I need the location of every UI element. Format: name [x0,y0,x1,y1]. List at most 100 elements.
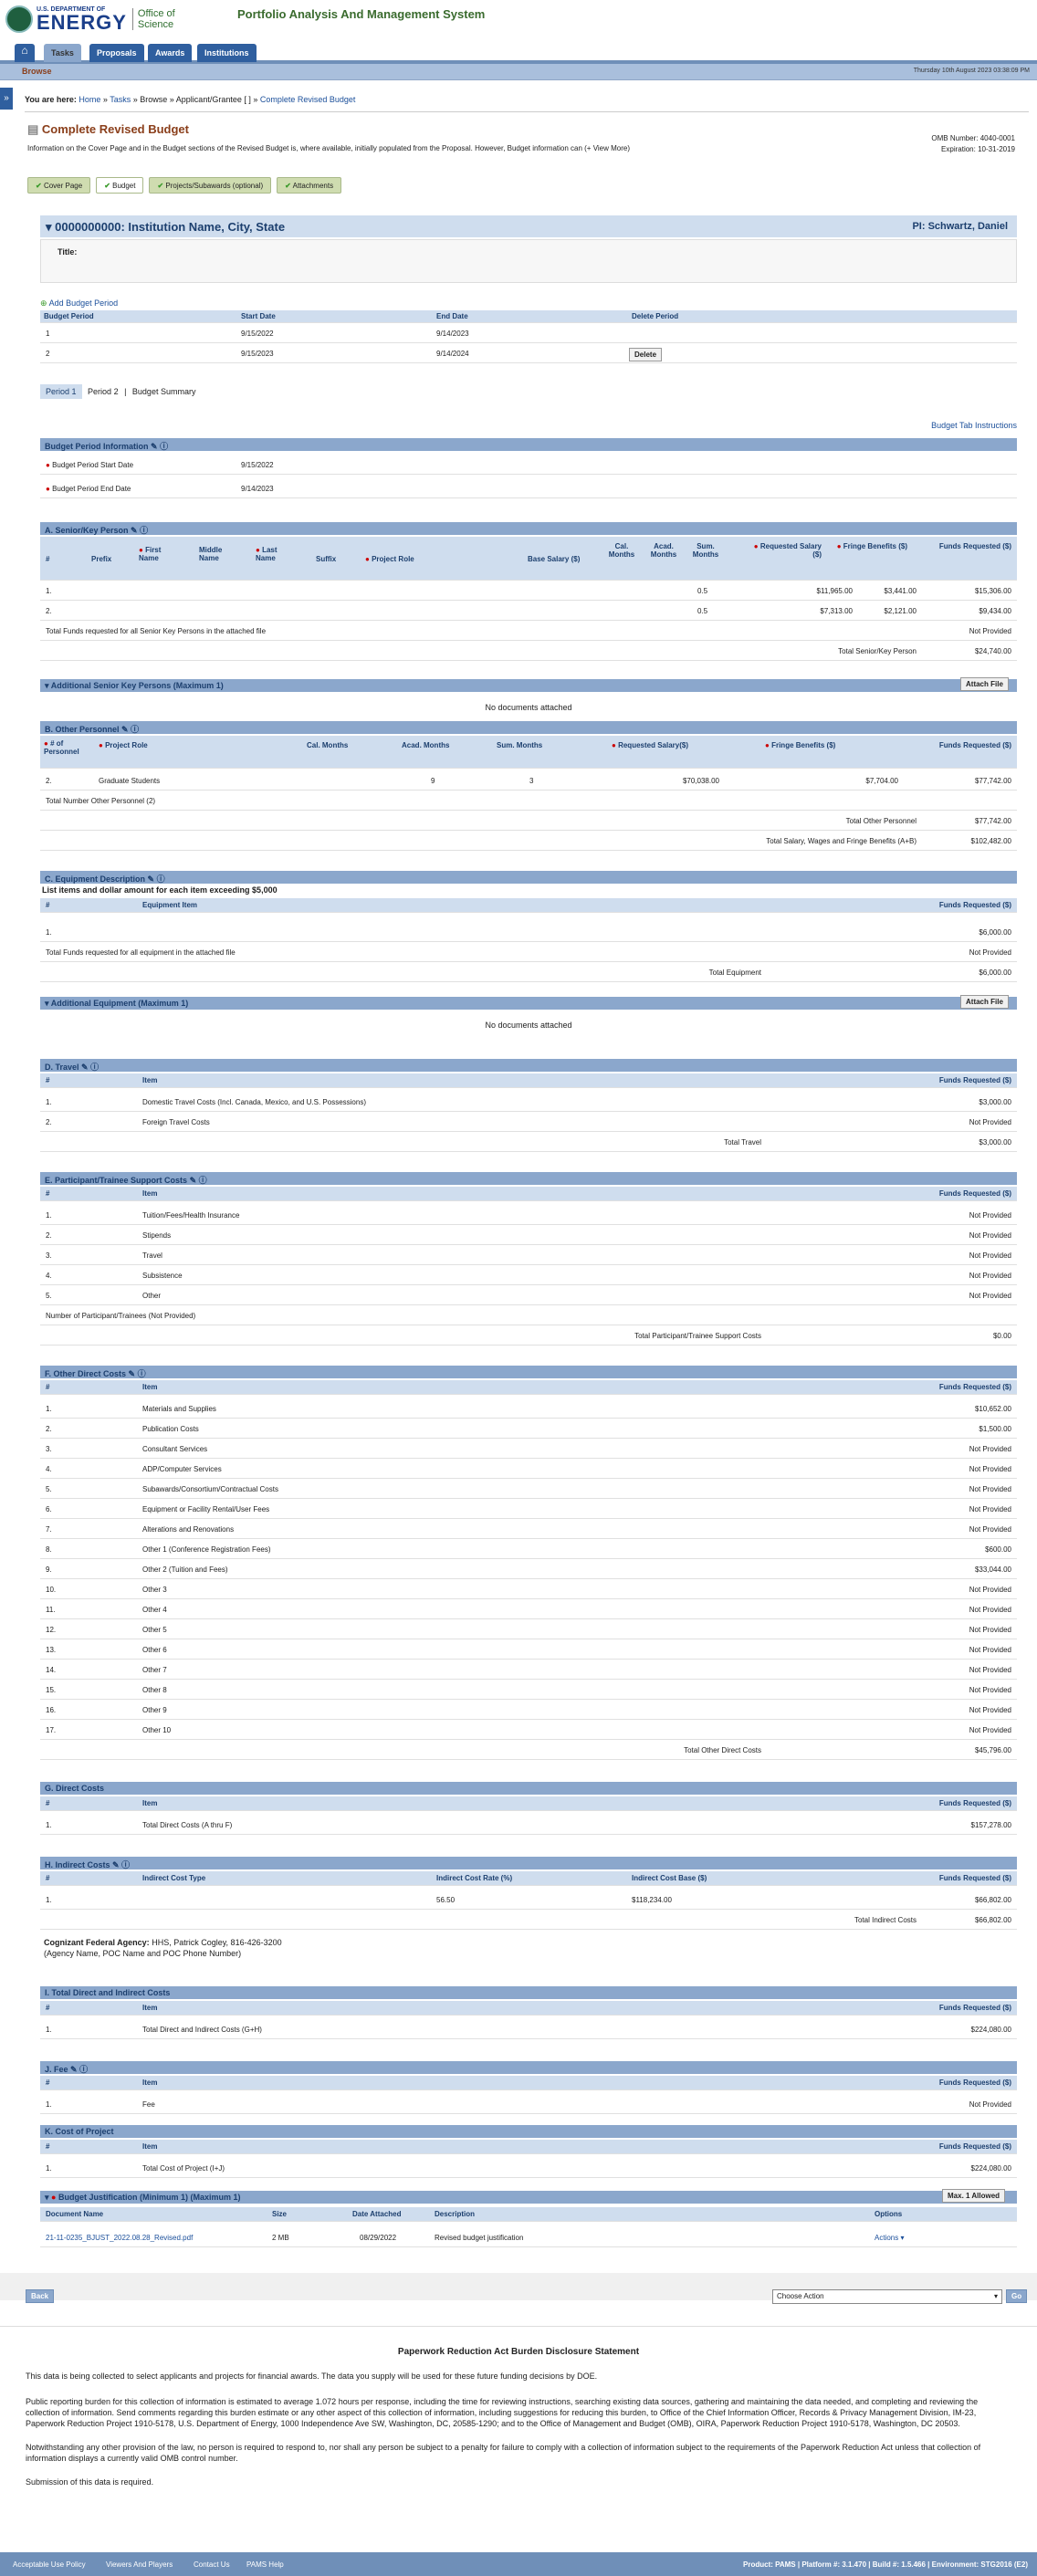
total-row: Total Senior/Key Person $24,740.00 [40,643,1017,661]
table-row: Number of Participant/Trainees (Not Prov… [40,1307,1017,1325]
info-icon[interactable]: ⓘ [160,442,168,451]
funds-requested: Not Provided [969,1686,1011,1694]
document-link[interactable]: 21-11-0235_BJUST_2022.08.28_Revised.pdf [46,2234,193,2242]
edit-icon[interactable]: ✎ [190,1176,197,1185]
step-attachments[interactable]: ✔ Attachments [277,177,342,194]
actions-menu[interactable]: Actions ▾ [875,2234,904,2242]
tab-period-1[interactable]: Period 1 [40,384,82,399]
add-budget-period[interactable]: ⊕ Add Budget Period [40,298,118,309]
subnav-browse[interactable]: Browse [22,67,52,76]
proposal-title-text: 0000000000: Institution Name, City, Stat… [55,220,286,234]
actions-label: Actions [875,2234,899,2242]
col-header: # [46,1799,50,1807]
sum-months: 0.5 [697,607,708,615]
choose-action-select[interactable]: Choose Action ▾ [772,2289,1002,2304]
delete-period-button[interactable]: Delete [629,348,663,361]
edit-icon[interactable]: ✎ [129,1369,136,1378]
edit-icon[interactable]: ✎ [121,725,129,734]
edit-icon[interactable]: ✎ [81,1063,89,1072]
footer-link-viewers[interactable]: Viewers And Players [106,2560,173,2569]
col-header: ● Requested Salary ($) [753,542,822,559]
total-label: Total Travel [724,1138,761,1147]
funds-requested: $1,500.00 [979,1425,1011,1433]
collapse-icon[interactable]: ▾ [45,999,49,1008]
row-number: 2. [46,1231,52,1240]
tab-budget-summary[interactable]: Budget Summary [129,384,200,399]
tab-period-2[interactable]: Period 2 [84,384,122,399]
edit-icon[interactable]: ✎ [148,874,155,884]
page-title: ▤ Complete Revised Budget [27,122,189,137]
footer-link-acceptable-use[interactable]: Acceptable Use Policy [13,2560,86,2569]
col-header: Acad. Months [650,542,677,559]
footer-link-contact[interactable]: Contact Us [194,2560,230,2569]
max-allowed-button[interactable]: Max. 1 Allowed [942,2189,1006,2203]
date-attached: 08/29/2022 [360,2234,397,2242]
funds-requested: $157,278.00 [970,1821,1012,1829]
info-icon[interactable]: ⓘ [79,2065,88,2074]
total-row: Total Participant/Trainee Support Costs $… [40,1327,1017,1346]
edit-icon[interactable]: ✎ [112,1860,120,1869]
breadcrumb: You are here: Home » Tasks » Browse » Ap… [25,95,356,104]
current-date: Thursday 10th August 2023 03:38:09 PM [913,68,1030,74]
tab-awards[interactable]: Awards [148,44,193,62]
breadcrumb-current[interactable]: Complete Revised Budget [260,95,356,104]
back-button[interactable]: Back [26,2289,55,2303]
section-senior-key-person: A. Senior/Key Person ✎ ⓘ [40,522,1017,535]
field-label: Budget Period Start Date [52,461,134,469]
table-header: # Indirect Cost Type Indirect Cost Rate (%… [40,1871,1017,1886]
breadcrumb-tasks[interactable]: Tasks [110,95,131,104]
field-label: Budget Period End Date [52,485,131,493]
col-header: ● Fringe Benefits ($) [765,741,836,749]
document-size: 2 MB [272,2234,289,2242]
collapse-icon[interactable]: ▾ [45,2193,49,2202]
check-icon: ✔ [104,182,110,190]
required-icon: ● [46,485,50,493]
budget-tab-instructions-link[interactable]: Budget Tab Instructions [931,421,1017,430]
table-row: 16. Other 9 Not Provided [40,1702,1017,1720]
col-header: # [46,2142,50,2151]
info-icon[interactable]: ⓘ [90,1063,99,1072]
edit-icon[interactable]: ✎ [70,2065,78,2074]
section-other-direct-costs: F. Other Direct Costs ✎ ⓘ [40,1366,1017,1378]
tab-tasks[interactable]: Tasks [44,44,81,62]
item-name: Travel [142,1251,162,1260]
go-button[interactable]: Go [1006,2289,1028,2303]
info-icon[interactable]: ⓘ [157,874,165,884]
info-icon[interactable]: ⓘ [138,1369,146,1378]
tab-institutions[interactable]: Institutions [197,44,257,62]
collapse-icon[interactable]: ▾ [45,681,49,690]
funds-requested: $77,742.00 [974,777,1011,785]
project-role: Graduate Students [99,777,161,785]
total-value: $45,796.00 [974,1746,1011,1754]
funds-requested: $66,802.00 [974,1896,1011,1904]
col-header: ● First Name [139,546,162,562]
attach-file-button[interactable]: Attach File [960,677,1009,691]
col-header: ● Project Role [365,555,414,563]
col-header: Funds Requested ($) [938,2004,1011,2012]
info-icon[interactable]: ⓘ [199,1176,207,1185]
table-row: 8. Other 1 (Conference Registration Fees)… [40,1541,1017,1559]
expand-sidebar-icon[interactable]: » [0,88,13,110]
col-header: Description [435,2210,476,2218]
doe-logo[interactable]: U.S. DEPARTMENT OF ENERGY Office of Scie… [5,4,187,35]
edit-icon[interactable]: ✎ [151,442,158,451]
info-icon[interactable]: ⓘ [131,725,139,734]
proposal-title[interactable]: ▾ 0000000000: Institution Name, City, St… [46,220,285,235]
attach-file-button[interactable]: Attach File [960,995,1009,1009]
info-icon[interactable]: ⓘ [140,526,148,535]
section-equipment: C. Equipment Description ✎ ⓘ [40,871,1017,884]
step-cover-page[interactable]: ✔ Cover Page [27,177,91,194]
item-name: Other 6 [142,1646,167,1654]
table-row: Total Number Other Personnel (2) [40,792,1017,811]
row-number: 4. [46,1465,52,1473]
home-icon[interactable]: ⌂ [15,44,35,62]
step-projects[interactable]: ✔ Projects/Subawards (optional) [149,177,272,194]
breadcrumb-home[interactable]: Home [79,95,100,104]
edit-icon[interactable]: ✎ [131,526,138,535]
footer-link-help[interactable]: PAMS Help [246,2560,284,2569]
info-icon[interactable]: ⓘ [121,1860,130,1869]
tab-proposals[interactable]: Proposals [89,44,144,62]
table-row: 1. 0.5 $11,965.00 $3,441.00 $15,306.00 [40,582,1017,601]
wizard-steps: ✔ Cover Page ✔ Budget ✔ Projects/Subawar… [27,177,342,195]
step-budget[interactable]: ✔ Budget [96,177,144,194]
